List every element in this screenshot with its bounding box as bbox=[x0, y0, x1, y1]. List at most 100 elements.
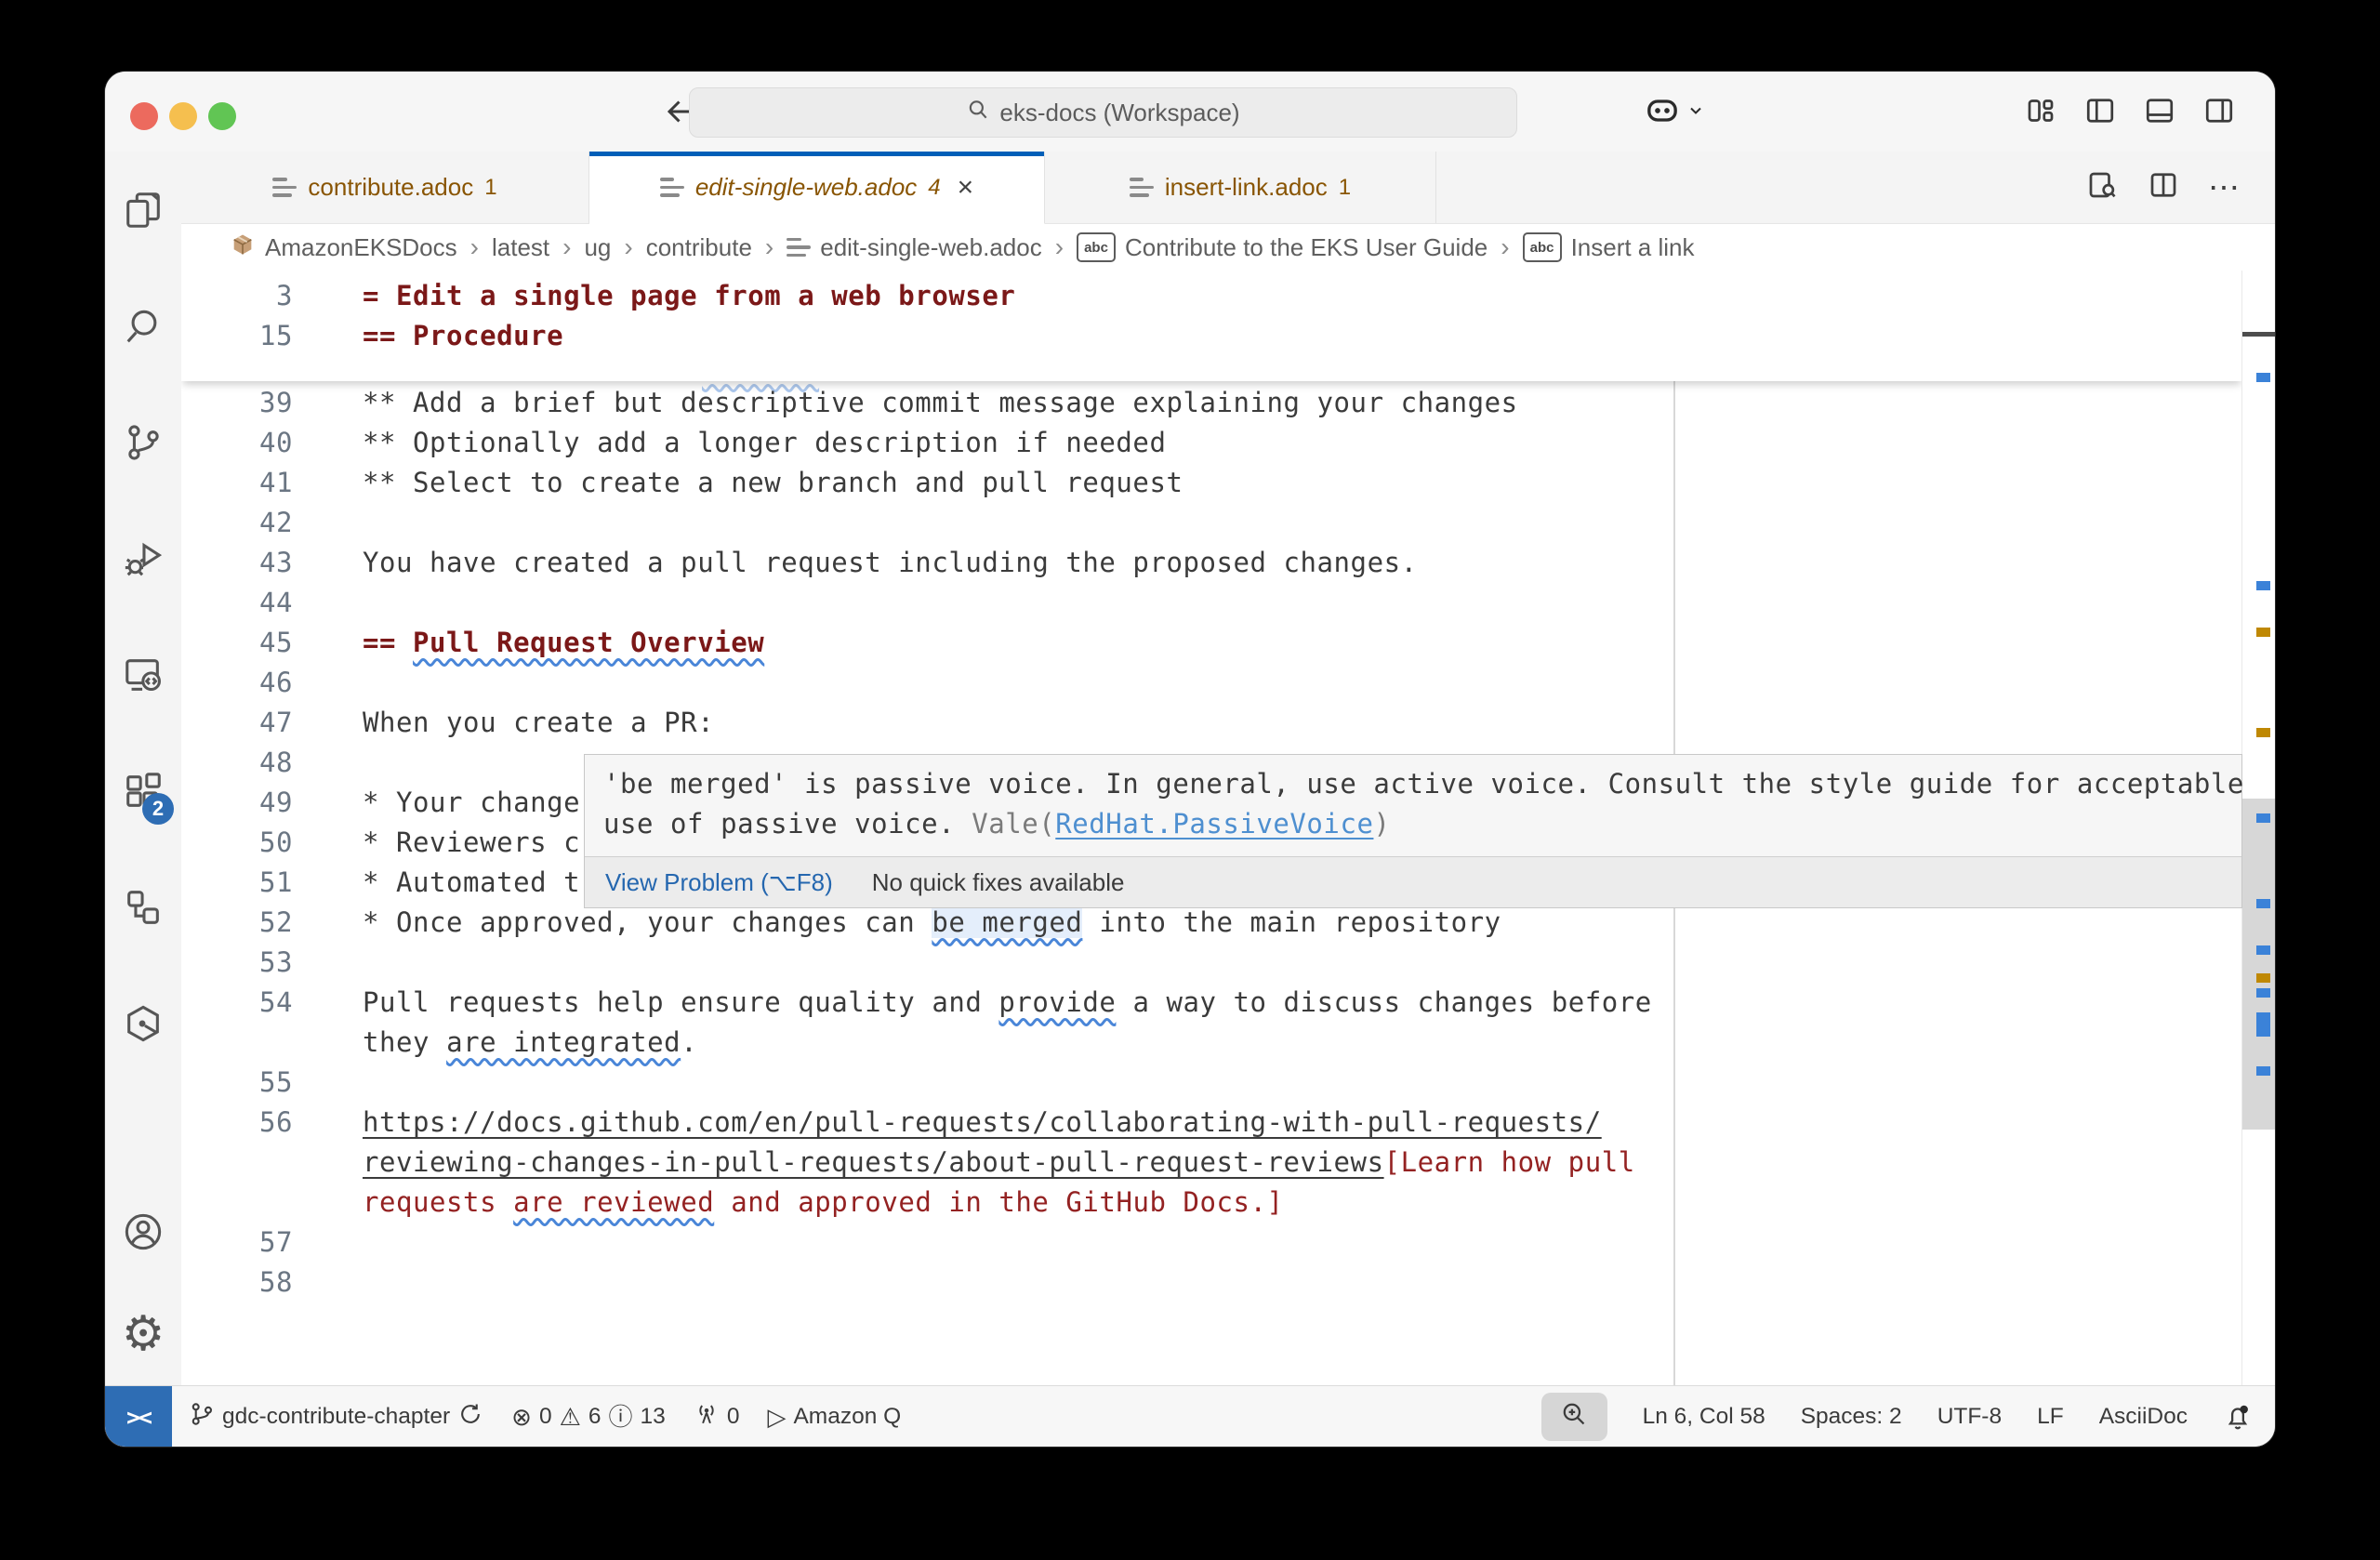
encoding-item[interactable]: UTF-8 bbox=[1937, 1404, 2002, 1430]
desktop-background: eks-docs (Workspace) bbox=[0, 0, 2380, 1560]
account-icon[interactable] bbox=[105, 1181, 181, 1283]
breadcrumb-item-contribute[interactable]: contribute bbox=[646, 233, 752, 262]
code-line[interactable]: 55 bbox=[181, 1063, 2242, 1103]
code-line[interactable]: 47 When you create a PR: bbox=[181, 703, 2242, 743]
code-line[interactable]: 41 ** Select to create a new branch and p… bbox=[181, 463, 2242, 503]
sync-icon bbox=[457, 1401, 483, 1434]
code-segment: When you create a PR: bbox=[363, 707, 714, 738]
code-line[interactable]: 56https://docs.github.com/en/pull-reques… bbox=[181, 1103, 2242, 1143]
indentation-item[interactable]: Spaces: 2 bbox=[1801, 1404, 1902, 1430]
code-segment: use of passive voice. bbox=[603, 808, 972, 839]
magnifier-plus-icon bbox=[1560, 1400, 1588, 1434]
code-line[interactable]: they are integrated. bbox=[181, 1023, 2242, 1063]
code-segment: [Learn how pull bbox=[1384, 1146, 1635, 1178]
line-content: ** Optionally add a longer description i… bbox=[363, 423, 1166, 463]
eol-item[interactable]: LF bbox=[2037, 1404, 2064, 1430]
command-center[interactable]: eks-docs (Workspace) bbox=[689, 87, 1517, 138]
code-line[interactable]: 58 bbox=[181, 1263, 2242, 1302]
close-window-button[interactable] bbox=[130, 102, 158, 130]
zoom-window-button[interactable] bbox=[208, 102, 236, 130]
code-line[interactable]: 52* Once approved, your changes can be m… bbox=[181, 903, 2242, 943]
line-content: == Procedure bbox=[363, 316, 563, 356]
sticky-line[interactable]: 15== Procedure bbox=[181, 316, 2242, 356]
toggle-primary-sidebar-icon[interactable] bbox=[2083, 94, 2117, 127]
explorer-icon[interactable] bbox=[105, 152, 181, 268]
source-control-icon[interactable] bbox=[105, 384, 181, 500]
code-line[interactable]: 46 bbox=[181, 663, 2242, 703]
breadcrumb-item-workspace[interactable]: AmazonEKSDocs bbox=[230, 231, 457, 264]
line-content: ** Select to create a new branch and pul… bbox=[363, 463, 1183, 503]
toggle-panel-icon[interactable] bbox=[2143, 94, 2176, 127]
tab-problems-badge: 1 bbox=[1339, 175, 1351, 201]
run-debug-icon[interactable] bbox=[105, 500, 181, 616]
split-editor-icon[interactable] bbox=[2147, 168, 2180, 206]
line-number: 47 bbox=[181, 703, 293, 743]
copilot-icon[interactable] bbox=[1644, 92, 1681, 134]
overview-info-mark bbox=[2256, 813, 2270, 823]
sticky-scroll[interactable]: 3= Edit a single page from a web browser… bbox=[181, 271, 2242, 381]
code-line[interactable]: reviewing-changes-in-pull-requests/about… bbox=[181, 1143, 2242, 1183]
code-line[interactable]: 39** Add a brief but descriptive commit … bbox=[181, 383, 2242, 423]
overview-ruler-scrollbar[interactable] bbox=[2241, 271, 2275, 1385]
scrollbar-thumb[interactable] bbox=[2242, 799, 2275, 1130]
code-line[interactable]: 42 bbox=[181, 503, 2242, 543]
minimize-window-button[interactable] bbox=[169, 102, 197, 130]
toggle-secondary-sidebar-icon[interactable] bbox=[2202, 94, 2236, 127]
hexagon-tool-icon[interactable] bbox=[105, 965, 181, 1081]
overview-info-mark bbox=[2256, 988, 2270, 998]
extensions-icon[interactable]: 2 bbox=[105, 733, 181, 849]
line-number: 46 bbox=[181, 663, 293, 703]
line-number: 55 bbox=[181, 1063, 293, 1103]
zoom-status-button[interactable] bbox=[1541, 1393, 1607, 1441]
settings-gear-icon[interactable]: ⚙ bbox=[105, 1283, 181, 1385]
code-line[interactable]: 40** Optionally add a longer description… bbox=[181, 423, 2242, 463]
breadcrumb: AmazonEKSDocs › latest › ug › contribute… bbox=[181, 224, 2275, 271]
code-line[interactable]: 57 bbox=[181, 1223, 2242, 1263]
breadcrumb-item-subsection[interactable]: abc Insert a link bbox=[1523, 232, 1695, 262]
amazon-q-status-item[interactable]: ▷ Amazon Q bbox=[767, 1404, 901, 1430]
search-sidebar-icon[interactable] bbox=[105, 268, 181, 384]
tab-edit-single-web-adoc[interactable]: edit-single-web.adoc 4 × bbox=[589, 152, 1045, 224]
breadcrumb-separator: › bbox=[763, 232, 775, 262]
branch-status-item[interactable]: gdc-contribute-chapter bbox=[189, 1401, 483, 1434]
code-line[interactable]: 43You have created a pull request includ… bbox=[181, 543, 2242, 583]
info-icon: ⓘ bbox=[609, 1405, 633, 1429]
more-actions-icon[interactable]: ⋯ bbox=[2208, 169, 2241, 206]
hover-tooltip: 'be merged' is passive voice. In general… bbox=[584, 754, 2242, 908]
remote-indicator[interactable]: >< bbox=[105, 1386, 172, 1447]
language-mode-item[interactable]: AsciiDoc bbox=[2099, 1404, 2188, 1430]
chevron-down-icon[interactable] bbox=[1686, 101, 1705, 125]
breadcrumb-item-latest[interactable]: latest bbox=[492, 233, 549, 262]
line-number: 41 bbox=[181, 463, 293, 503]
code-segment: be merged bbox=[932, 906, 1082, 938]
code-segment: RedHat.PassiveVoice bbox=[1055, 808, 1373, 839]
cursor-position-item[interactable]: Ln 6, Col 58 bbox=[1643, 1404, 1765, 1430]
close-tab-icon[interactable]: × bbox=[958, 174, 974, 202]
customize-layout-icon[interactable] bbox=[2024, 94, 2057, 127]
line-number: 3 bbox=[181, 276, 293, 316]
tab-contribute-adoc[interactable]: contribute.adoc 1 bbox=[181, 152, 589, 223]
code-segment: == Procedure bbox=[363, 320, 563, 351]
code-line[interactable]: 54Pull requests help ensure quality and … bbox=[181, 983, 2242, 1023]
open-preview-icon[interactable] bbox=[2085, 168, 2119, 206]
flowchart-icon[interactable] bbox=[105, 849, 181, 965]
code-line[interactable]: 53 bbox=[181, 943, 2242, 983]
extensions-badge: 2 bbox=[142, 793, 174, 825]
breadcrumb-item-section[interactable]: abc Contribute to the EKS User Guide bbox=[1077, 232, 1488, 262]
view-problem-link[interactable]: View Problem (⌥F8) bbox=[605, 868, 833, 897]
code-line[interactable]: 44 bbox=[181, 583, 2242, 623]
asciidoc-file-icon bbox=[272, 178, 297, 197]
code-line[interactable]: 45== Pull Request Overview bbox=[181, 623, 2242, 663]
breadcrumb-item-file[interactable]: edit-single-web.adoc bbox=[787, 233, 1041, 262]
line-content: * Your change bbox=[363, 783, 580, 823]
code-editor[interactable]: ······· 39** Add a brief but descriptive… bbox=[181, 271, 2275, 1385]
code-segment: * Automated t bbox=[363, 866, 580, 898]
code-line[interactable]: requests are reviewed and approved in th… bbox=[181, 1183, 2242, 1223]
breadcrumb-item-ug[interactable]: ug bbox=[584, 233, 611, 262]
remote-explorer-icon[interactable] bbox=[105, 616, 181, 733]
notifications-bell-icon[interactable] bbox=[2223, 1402, 2253, 1432]
tab-insert-link-adoc[interactable]: insert-link.adoc 1 bbox=[1045, 152, 1436, 223]
sticky-line[interactable]: 3= Edit a single page from a web browser bbox=[181, 276, 2242, 316]
problems-status-item[interactable]: ⊗ 0 ⚠ 6 ⓘ 13 bbox=[511, 1404, 666, 1430]
ports-status-item[interactable]: 0 bbox=[694, 1401, 740, 1434]
